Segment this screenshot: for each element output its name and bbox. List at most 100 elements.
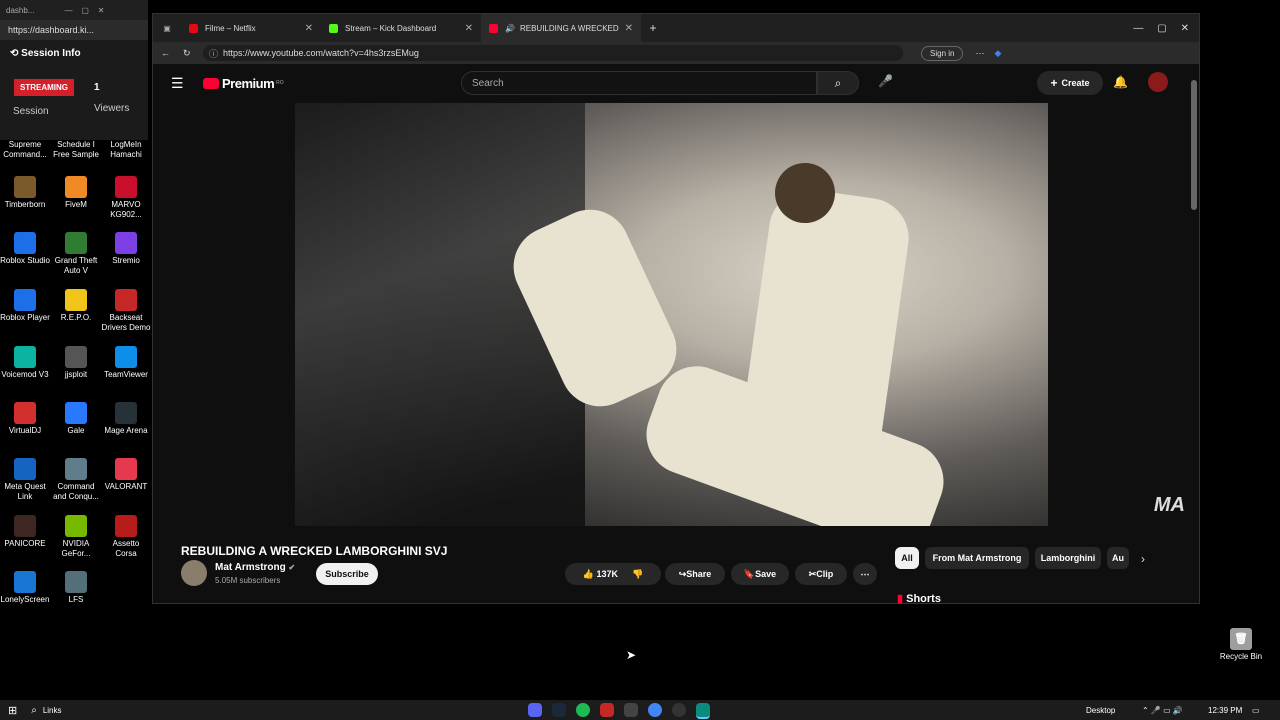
desktop-icon[interactable]: Assetto Corsa — [101, 515, 151, 559]
create-button[interactable]: + Create — [1037, 71, 1103, 95]
desktop-icon[interactable]: LonelyScreen — [0, 571, 50, 605]
mini-url-bar[interactable]: https://dashboard.ki... — [0, 20, 148, 40]
share-button[interactable]: ↪ Share — [665, 563, 725, 585]
desktop-icon[interactable]: Timberborn — [0, 176, 50, 210]
shorts-heading: ▮ Shorts — [897, 592, 941, 605]
site-info-icon[interactable]: ⓘ — [209, 47, 218, 60]
chevron-right-icon[interactable]: › — [1141, 552, 1145, 566]
avatar[interactable] — [1148, 72, 1168, 92]
windows-start-icon[interactable]: ⊞ — [8, 704, 17, 717]
desktop-icon[interactable]: FiveM — [51, 176, 101, 210]
youtube-logo[interactable]: Premium RO — [203, 76, 284, 91]
close-tab-icon[interactable]: ✕ — [465, 23, 473, 34]
tab-label: Filme – Netflix — [205, 23, 256, 33]
video-player[interactable] — [295, 103, 1048, 526]
search-icon[interactable]: ⌕ — [31, 705, 37, 716]
copilot-icon[interactable]: ◆ — [994, 48, 1001, 59]
chip-all[interactable]: All — [895, 547, 919, 569]
tab-actions-icon[interactable]: ▣ — [153, 24, 181, 33]
desktop-icon[interactable]: Meta Quest Link — [0, 458, 50, 502]
tab-kick[interactable]: Stream – Kick Dashboard ✕ — [321, 14, 481, 42]
desktop-toolbar[interactable]: Desktop — [1086, 706, 1115, 715]
desktop-icon[interactable]: Gale — [51, 402, 101, 436]
chip-lamborghini[interactable]: Lamborghini — [1035, 547, 1101, 569]
system-tray-icons[interactable]: ⌃ 🎤 ▭ 🔊 — [1142, 706, 1183, 715]
desktop-icon[interactable]: Voicemod V3 — [0, 346, 50, 380]
clock[interactable]: 12:39 PM — [1208, 706, 1242, 715]
notifications-icon[interactable]: 🔔 — [1113, 75, 1128, 89]
new-tab-icon[interactable]: + — [641, 21, 665, 35]
viewers-label: Viewers — [94, 103, 130, 114]
tab-netflix[interactable]: Filme – Netflix ✕ — [181, 14, 321, 42]
more-actions-button[interactable]: ⋯ — [853, 563, 877, 585]
desktop-icon[interactable]: VirtualDJ — [0, 402, 50, 436]
chip-more[interactable]: Au — [1107, 547, 1129, 569]
app-icon — [115, 346, 137, 368]
desktop-icon-label: Supreme Command... — [3, 140, 47, 159]
mouse-cursor-icon: ➤ — [626, 648, 637, 662]
desktop-icon-label: MARVO KG902... — [110, 200, 142, 219]
steam-icon[interactable] — [552, 703, 566, 717]
desktop-icon[interactable]: Stremio — [101, 232, 151, 266]
desktop-icon[interactable]: Roblox Studio — [0, 232, 50, 266]
mini-titlebar[interactable]: dashb... — ▢ ✕ — [0, 0, 148, 20]
desktop-icon[interactable]: jjsploit — [51, 346, 101, 380]
sign-in-button[interactable]: Sign in — [921, 45, 964, 61]
desktop-icon[interactable]: Backseat Drivers Demo — [101, 289, 151, 333]
desktop-icon[interactable]: MARVO KG902... — [101, 176, 151, 220]
calculator-icon[interactable] — [624, 703, 638, 717]
channel-watermark: MA — [1153, 494, 1185, 516]
like-button[interactable]: 👍 137K — [583, 569, 618, 580]
window-controls[interactable]: — ▢ ✕ — [1133, 23, 1199, 34]
search-input[interactable]: Search — [461, 71, 817, 95]
url-input[interactable]: ⓘ https://www.youtube.com/watch?v=4hs3rz… — [203, 45, 903, 61]
desktop-icon[interactable]: Schedule I Free Sample — [51, 140, 101, 160]
search-button[interactable]: ⌕ — [817, 71, 859, 95]
taskbar-search[interactable]: Links — [43, 706, 62, 715]
recycle-bin[interactable]: 🗑 Recycle Bin — [1216, 628, 1266, 662]
notification-icon[interactable]: ▭ — [1252, 706, 1260, 715]
desktop-icon[interactable]: PANICORE — [0, 515, 50, 549]
close-tab-icon[interactable]: ✕ — [305, 23, 313, 34]
browser-window[interactable]: ▣ Filme – Netflix ✕ Stream – Kick Dashbo… — [152, 13, 1200, 605]
mini-window-controls[interactable]: — ▢ ✕ — [64, 6, 104, 15]
logo-text: Premium — [222, 75, 275, 91]
desktop-icon[interactable]: Mage Arena — [101, 402, 151, 436]
desktop-icon[interactable]: LFS — [51, 571, 101, 605]
edge-icon[interactable] — [696, 703, 710, 719]
tab-youtube[interactable]: 🔊 REBUILDING A WRECKED LA... ✕ — [481, 14, 641, 42]
refresh-icon[interactable]: ↻ — [183, 48, 191, 59]
chrome-icon[interactable] — [648, 703, 662, 717]
clip-button[interactable]: ✂ Clip — [795, 563, 847, 585]
spotify-icon[interactable] — [576, 703, 590, 717]
back-icon[interactable]: ← — [161, 48, 170, 58]
scrollbar[interactable] — [1191, 80, 1197, 210]
desktop-icon[interactable]: R.E.P.O. — [51, 289, 101, 323]
chip-from-channel[interactable]: From Mat Armstrong — [925, 547, 1029, 569]
discord-icon[interactable] — [528, 703, 542, 717]
microphone-icon[interactable]: 🎤 — [878, 74, 893, 88]
more-icon[interactable]: ⋯ — [975, 48, 984, 59]
desktop-icon[interactable]: LogMeIn Hamachi — [101, 140, 151, 160]
app-icon — [65, 515, 87, 537]
desktop-icon[interactable]: Supreme Command... — [0, 140, 50, 160]
video-title: REBUILDING A WRECKED LAMBORGHINI SVJ — [181, 544, 448, 558]
desktop-icon[interactable]: Roblox Player — [0, 289, 50, 323]
channel-name[interactable]: Mat Armstrong ✔ — [215, 562, 295, 573]
subscribe-button[interactable]: Subscribe — [316, 563, 378, 585]
kick-dashboard-window[interactable]: dashb... — ▢ ✕ https://dashboard.ki... ⟲… — [0, 0, 148, 140]
menu-icon[interactable]: ☰ — [171, 75, 184, 92]
save-button[interactable]: 🔖 Save — [731, 563, 789, 585]
desktop-icon[interactable]: Command and Conqu... — [51, 458, 101, 502]
desktop-icon[interactable]: NVIDIA GeFor... — [51, 515, 101, 559]
channel-avatar[interactable] — [181, 560, 207, 586]
desktop-icon[interactable]: TeamViewer — [101, 346, 151, 380]
desktop-icon[interactable]: VALORANT — [101, 458, 151, 492]
dislike-button[interactable]: 👎 — [632, 569, 643, 580]
desktop-icon[interactable]: Grand Theft Auto V — [51, 232, 101, 276]
speaker-icon[interactable]: 🔊 — [505, 24, 515, 33]
app-icon[interactable] — [600, 703, 614, 717]
close-tab-icon[interactable]: ✕ — [625, 23, 633, 34]
settings-icon[interactable] — [672, 703, 686, 717]
channel-name-text: Mat Armstrong — [215, 562, 286, 573]
